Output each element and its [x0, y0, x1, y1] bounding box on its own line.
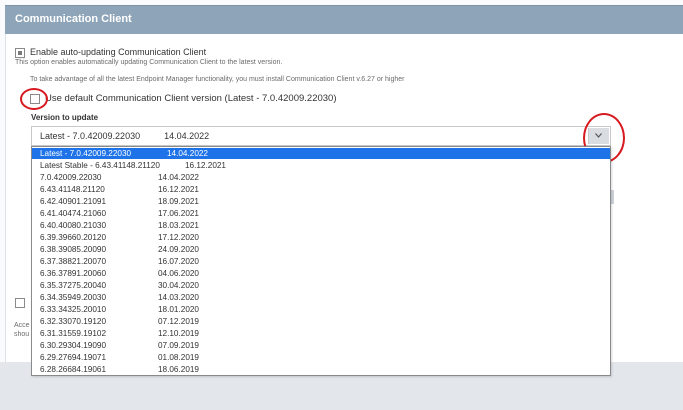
version-dropdown-list[interactable]: Latest - 7.0.42009.22030 14.04.2022 Lates… — [31, 146, 611, 376]
dropdown-option[interactable]: 6.36.37891.20060 04.06.2020 — [32, 268, 610, 279]
dropdown-option[interactable]: 6.43.41148.21120 16.12.2021 — [32, 184, 610, 195]
dropdown-option[interactable]: Latest Stable - 6.43.41148.21120 16.12.20… — [32, 160, 610, 171]
dropdown-option[interactable]: 6.32.33070.19120 07.12.2019 — [32, 316, 610, 327]
version-to-update-label: Version to update — [31, 113, 99, 122]
dropdown-option[interactable]: 6.40.40080.21030 18.03.2021 — [32, 220, 610, 231]
dropdown-option[interactable]: 6.34.35949.20030 14.03.2020 — [32, 292, 610, 303]
dropdown-option[interactable]: 7.0.42009.22030 14.04.2022 — [32, 172, 610, 183]
select-current-value: Latest - 7.0.42009.22030 14.04.2022 — [40, 131, 210, 141]
dropdown-option[interactable]: Latest - 7.0.42009.22030 14.04.2022 — [32, 148, 610, 159]
dropdown-option[interactable]: 6.35.37275.20040 30.04.2020 — [32, 280, 610, 291]
dropdown-option[interactable]: 6.31.31559.19102 12.10.2019 — [32, 328, 610, 339]
dropdown-option[interactable]: 6.37.38821.20070 16.07.2020 — [32, 256, 610, 267]
version-select[interactable]: Latest - 7.0.42009.22030 14.04.2022 — [31, 126, 611, 146]
auto-update-label: Enable auto-updating Communication Clien… — [30, 47, 207, 57]
default-version-label: Use default Communication Client version… — [45, 93, 337, 104]
auto-update-checkbox[interactable] — [15, 48, 25, 58]
dropdown-option[interactable]: 6.28.26684.19061 18.06.2019 — [32, 364, 610, 375]
dropdown-option[interactable]: 6.41.40474.21060 17.06.2021 — [32, 208, 610, 219]
hidden-checkbox[interactable] — [15, 298, 25, 308]
dropdown-option[interactable]: 6.33.34325.20010 18.01.2020 — [32, 304, 610, 315]
dropdown-option[interactable]: 6.29.27694.19071 01.08.2019 — [32, 352, 610, 363]
section-title: Communication Client — [15, 13, 132, 25]
dropdown-option[interactable]: 6.38.39085.20090 24.09.2020 — [32, 244, 610, 255]
hidden-text-fragment: shou — [14, 331, 30, 338]
hidden-field-edge — [611, 190, 614, 204]
section-header: Communication Client — [5, 5, 683, 34]
auto-update-description: This option enables automatically updati… — [15, 59, 283, 66]
dropdown-option[interactable]: 6.30.29304.19090 07.09.2019 — [32, 340, 610, 351]
info-text: To take advantage of all the latest Endp… — [30, 76, 405, 83]
dropdown-option[interactable]: 6.42.40901.21091 18.09.2021 — [32, 196, 610, 207]
dropdown-option[interactable]: 6.39.39660.20120 17.12.2020 — [32, 232, 610, 243]
highlight-circle-checkbox — [20, 88, 48, 110]
hidden-text-fragment: Acce — [14, 322, 30, 329]
